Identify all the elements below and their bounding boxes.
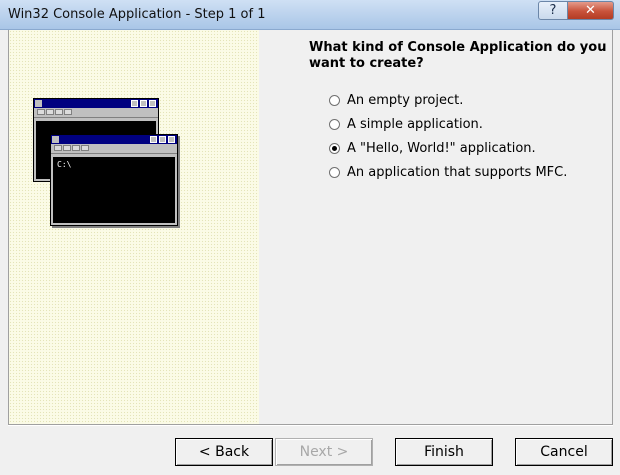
close-icon — [168, 136, 175, 143]
option-label: A "Hello, World!" application. — [347, 140, 536, 156]
option-simple-application[interactable]: A simple application. — [329, 115, 483, 133]
help-icon: ? — [549, 3, 557, 18]
back-window-titlebar — [34, 99, 158, 108]
minimize-icon — [131, 100, 138, 107]
window-title: Win32 Console Application - Step 1 of 1 — [8, 7, 266, 22]
console-prompt: C:\ — [57, 160, 72, 169]
illustration-pane: C:\ — [9, 30, 259, 424]
question-text: What kind of Console Application do you … — [309, 40, 607, 71]
front-window-console: C:\ — [53, 157, 175, 223]
button-separator — [8, 424, 613, 426]
close-button[interactable]: ✕ — [568, 1, 614, 20]
option-mfc-application[interactable]: An application that supports MFC. — [329, 163, 567, 181]
system-menu-icon — [35, 100, 42, 107]
maximize-icon — [159, 136, 166, 143]
back-window-toolbar — [34, 108, 158, 118]
next-button[interactable]: Next > — [275, 438, 373, 466]
front-window-titlebar — [51, 135, 177, 144]
cancel-button[interactable]: Cancel — [515, 438, 613, 466]
caption-buttons: ? ✕ — [538, 1, 614, 21]
title-bar[interactable]: Win32 Console Application - Step 1 of 1 … — [0, 0, 620, 30]
close-icon — [149, 100, 156, 107]
option-label: An application that supports MFC. — [347, 164, 568, 180]
option-empty-project[interactable]: An empty project. — [329, 91, 463, 109]
help-button[interactable]: ? — [538, 1, 568, 20]
radio-button[interactable] — [329, 118, 340, 130]
system-menu-icon — [52, 136, 59, 143]
front-window-toolbar — [51, 144, 177, 154]
option-hello-world[interactable]: A "Hello, World!" application. — [329, 139, 536, 157]
radio-button[interactable] — [329, 94, 340, 106]
radio-button[interactable] — [329, 166, 340, 178]
option-label: An empty project. — [347, 92, 464, 108]
maximize-icon — [140, 100, 147, 107]
front-window-illustration: C:\ — [50, 134, 178, 226]
back-button[interactable]: < Back — [175, 438, 273, 466]
options-pane: What kind of Console Application do you … — [259, 30, 612, 424]
minimize-icon — [150, 136, 157, 143]
radio-button-selected[interactable] — [329, 142, 340, 154]
close-icon: ✕ — [585, 3, 596, 18]
finish-button[interactable]: Finish — [395, 438, 493, 466]
wizard-body: C:\ What kind of Console Application do … — [8, 30, 613, 424]
option-label: A simple application. — [347, 116, 483, 132]
